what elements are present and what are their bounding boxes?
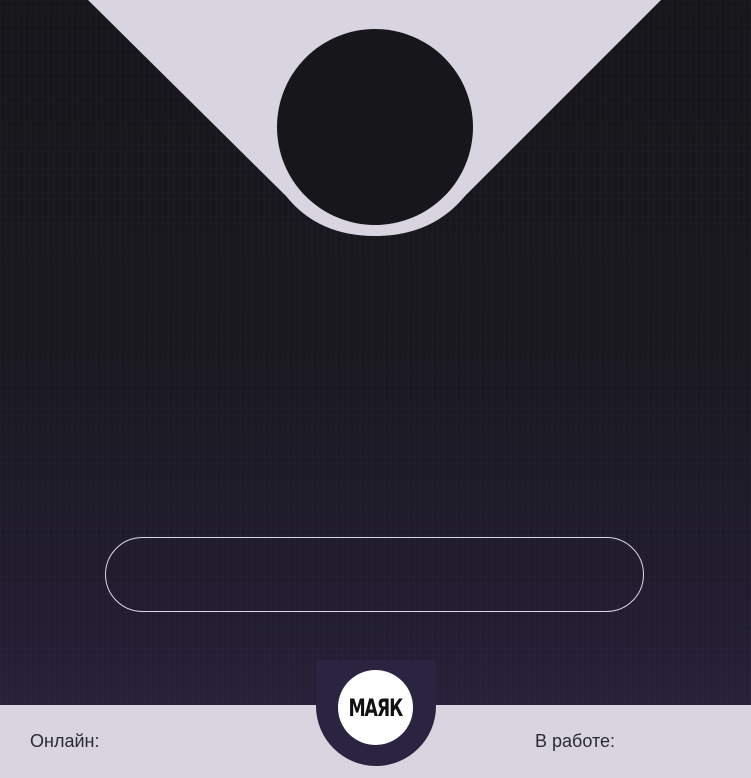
in-work-stat: В работе: bbox=[535, 731, 615, 752]
avatar[interactable] bbox=[277, 29, 473, 225]
logo-text: МАЯК bbox=[348, 693, 404, 722]
message-input[interactable] bbox=[105, 537, 644, 612]
online-label: Онлайн: bbox=[30, 731, 100, 751]
mayak-logo-icon[interactable]: МАЯК bbox=[338, 670, 413, 745]
online-stat: Онлайн: bbox=[30, 731, 99, 752]
app-screen: МАЯК Онлайн: В работе: bbox=[0, 0, 751, 778]
in-work-label: В работе: bbox=[535, 731, 616, 751]
